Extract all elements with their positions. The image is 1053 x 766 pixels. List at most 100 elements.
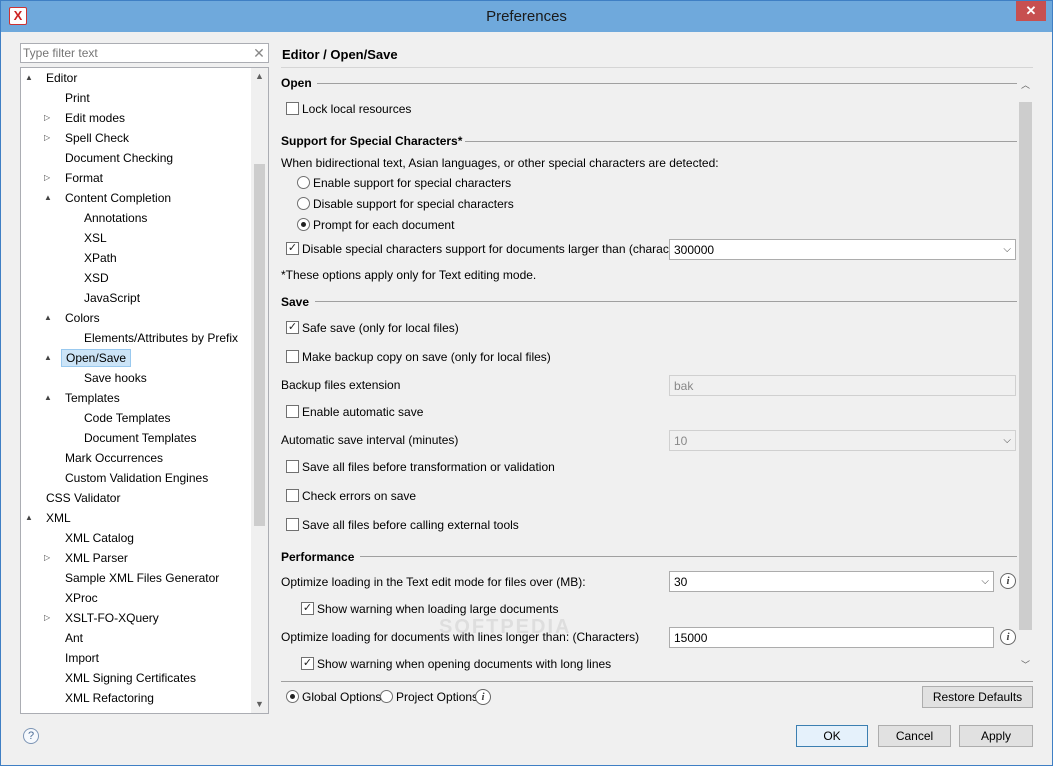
checkbox-box[interactable] bbox=[286, 102, 299, 115]
optimize-mb-combo[interactable]: 30 ⌵ bbox=[669, 571, 994, 592]
tree-item[interactable]: Document Checking bbox=[21, 149, 251, 167]
tree-item[interactable]: XSL bbox=[21, 229, 251, 247]
tree-item-label: XSLT-FO-XQuery bbox=[65, 611, 159, 625]
collapsed-arrow-icon[interactable]: ▷ bbox=[44, 549, 54, 567]
checkbox-box[interactable] bbox=[286, 405, 299, 418]
tree-item[interactable]: Elements/Attributes by Prefix bbox=[21, 329, 251, 347]
tree-item[interactable]: Annotations bbox=[21, 209, 251, 227]
tree-item[interactable]: XSD bbox=[21, 269, 251, 287]
backup-extension-field[interactable]: bak bbox=[669, 375, 1016, 396]
help-icon[interactable]: ? bbox=[23, 728, 39, 744]
tree-scroll-thumb[interactable] bbox=[254, 164, 265, 526]
optimize-lines-field[interactable]: 15000 bbox=[669, 627, 994, 648]
collapsed-arrow-icon[interactable]: ▷ bbox=[44, 169, 54, 187]
tree-item-label: XML Catalog bbox=[65, 531, 134, 545]
tree-item[interactable]: ▷ Spell Check bbox=[21, 129, 251, 147]
radio-button[interactable] bbox=[380, 690, 393, 703]
tree-item[interactable]: ▷ XSLT-FO-XQuery bbox=[21, 609, 251, 627]
expanded-arrow-icon[interactable]: ▲ bbox=[44, 189, 54, 207]
checkbox-box[interactable]: ✓ bbox=[301, 657, 314, 670]
tree-item-label: Format bbox=[65, 171, 104, 185]
close-button[interactable]: ✕ bbox=[1016, 1, 1046, 21]
tree-item[interactable]: ▷ XML Parser bbox=[21, 549, 251, 567]
chevron-down-icon[interactable]: ﹀ bbox=[1017, 657, 1034, 674]
tree-item[interactable]: Code Templates bbox=[21, 409, 251, 427]
apply-button[interactable]: Apply bbox=[959, 725, 1033, 747]
collapsed-arrow-icon[interactable]: ▷ bbox=[44, 609, 54, 627]
collapsed-arrow-icon[interactable]: ▷ bbox=[44, 129, 54, 147]
info-icon[interactable]: i bbox=[1000, 573, 1016, 589]
info-icon[interactable]: i bbox=[475, 689, 491, 705]
radio-button[interactable] bbox=[297, 197, 310, 210]
checkbox-box[interactable]: ✓ bbox=[286, 321, 299, 334]
tree-item[interactable]: Print bbox=[21, 89, 251, 107]
settings-scrollbar[interactable]: ︿ ﹀ bbox=[1017, 77, 1034, 674]
checkbox-box[interactable] bbox=[286, 518, 299, 531]
tree-item-label: Templates bbox=[65, 391, 120, 405]
tree-item[interactable]: XProc bbox=[21, 589, 251, 607]
checkbox-box[interactable]: ✓ bbox=[286, 242, 299, 255]
tree-item[interactable]: XPath bbox=[21, 249, 251, 267]
page-title: Editor / Open/Save bbox=[282, 47, 398, 62]
tree-item[interactable]: ▷ Format bbox=[21, 169, 251, 187]
tree-item[interactable]: ▲ Content Completion bbox=[21, 189, 251, 207]
checkbox-box[interactable] bbox=[286, 460, 299, 473]
tree-scrollbar[interactable]: ▲ ▼ bbox=[251, 68, 268, 713]
tree-item[interactable]: XML Refactoring bbox=[21, 689, 251, 707]
restore-defaults-button[interactable]: Restore Defaults bbox=[922, 686, 1033, 708]
tree-item-label: Content Completion bbox=[65, 191, 172, 205]
preferences-tree[interactable]: ▲ ▼ ▲ Editor Print ▷ Edit modes ▷ Spell Check D… bbox=[20, 67, 269, 714]
radio-button[interactable] bbox=[297, 218, 310, 231]
tree-item[interactable]: ▲ Templates bbox=[21, 389, 251, 407]
expanded-arrow-icon[interactable]: ▲ bbox=[44, 389, 54, 407]
tree-item-label: Code Templates bbox=[84, 411, 171, 425]
tree-item[interactable]: CSS Validator bbox=[21, 489, 251, 507]
tree-item[interactable]: XML Signing Certificates bbox=[21, 669, 251, 687]
tree-item-label: Import bbox=[65, 651, 100, 665]
settings-scroll-thumb[interactable] bbox=[1019, 102, 1032, 630]
chevron-down-icon[interactable]: ▼ bbox=[251, 696, 268, 713]
tree-item-label: Editor bbox=[46, 71, 78, 85]
checkbox-box[interactable] bbox=[286, 350, 299, 363]
filter-field[interactable]: ✕ bbox=[20, 43, 269, 63]
chevron-up-icon[interactable]: ︿ bbox=[1017, 77, 1034, 94]
large-doc-size-combo[interactable]: 300000 ⌵ bbox=[669, 239, 1016, 260]
section-divider bbox=[360, 556, 1017, 557]
tree-item[interactable]: Ant bbox=[21, 629, 251, 647]
tree-item[interactable]: Import bbox=[21, 649, 251, 667]
tree-item[interactable]: ▲ Editor bbox=[21, 69, 251, 87]
chevron-up-icon[interactable]: ▲ bbox=[251, 68, 268, 85]
tree-item[interactable]: Document Templates bbox=[21, 429, 251, 447]
tree-item[interactable]: ▲ XML bbox=[21, 509, 251, 527]
tree-item[interactable]: ▲ Colors bbox=[21, 309, 251, 327]
title-bar[interactable]: X Preferences ✕ bbox=[1, 1, 1052, 32]
ok-button[interactable]: OK bbox=[796, 725, 868, 747]
cancel-button[interactable]: Cancel bbox=[878, 725, 951, 747]
tree-item[interactable]: Custom Validation Engines bbox=[21, 469, 251, 487]
tree-item[interactable]: ▲ Open/Save bbox=[21, 349, 251, 367]
clear-filter-icon[interactable]: ✕ bbox=[252, 44, 266, 62]
auto-save-interval-combo[interactable]: 10 ⌵ bbox=[669, 430, 1016, 451]
tree-item[interactable]: Save hooks bbox=[21, 369, 251, 387]
expanded-arrow-icon[interactable]: ▲ bbox=[25, 69, 35, 87]
tree-item[interactable]: JavaScript bbox=[21, 289, 251, 307]
chevron-down-icon[interactable]: ⌵ bbox=[1003, 240, 1011, 260]
info-icon[interactable]: i bbox=[1000, 629, 1016, 645]
tree-item[interactable]: XML Catalog bbox=[21, 529, 251, 547]
tree-item[interactable]: Mark Occurrences bbox=[21, 449, 251, 467]
radio-button[interactable] bbox=[286, 690, 299, 703]
expanded-arrow-icon[interactable]: ▲ bbox=[44, 349, 54, 367]
collapsed-arrow-icon[interactable]: ▷ bbox=[44, 109, 54, 127]
checkbox-box[interactable]: ✓ bbox=[301, 602, 314, 615]
tree-item[interactable]: Sample XML Files Generator bbox=[21, 569, 251, 587]
expanded-arrow-icon[interactable]: ▲ bbox=[25, 509, 35, 527]
filter-input[interactable] bbox=[23, 45, 251, 61]
checkbox-box[interactable] bbox=[286, 489, 299, 502]
radio-button[interactable] bbox=[297, 176, 310, 189]
chevron-down-icon[interactable]: ⌵ bbox=[981, 572, 989, 592]
tree-item[interactable]: ▷ Edit modes bbox=[21, 109, 251, 127]
checkbox-label: Save all files before calling external t… bbox=[302, 518, 519, 532]
expanded-arrow-icon[interactable]: ▲ bbox=[44, 309, 54, 327]
tree-item-label: Edit modes bbox=[65, 111, 126, 125]
chevron-down-icon[interactable]: ⌵ bbox=[1003, 431, 1011, 451]
